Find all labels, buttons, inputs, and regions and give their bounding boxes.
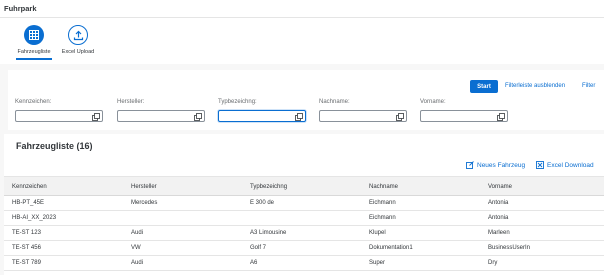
table-row[interactable]: TE-ST 789 Audi A6 Super Dry: [4, 256, 604, 271]
new-vehicle-button[interactable]: Neues Fahrzeug: [466, 161, 525, 169]
table-title: Fahrzeugliste (16): [16, 141, 93, 151]
cell-vorname: Marleen: [488, 230, 510, 236]
vorname-input[interactable]: [420, 110, 508, 122]
cell-nachname: Dokumentation1: [369, 245, 413, 251]
column-header-kennzeichen[interactable]: Kennzeichen: [12, 184, 47, 190]
cell-vorname: Dry: [488, 260, 498, 266]
table-row[interactable]: TE-ST 123 Audi A3 Limousine Klupel Marle…: [4, 226, 604, 241]
cell-kennzeichen: TE-ST 123: [12, 230, 41, 236]
tab-label: Fahrzeugliste: [17, 49, 51, 55]
cell-nachname: Eichmann: [369, 215, 396, 221]
cell-hersteller: Audi: [131, 230, 144, 236]
create-icon: [466, 161, 474, 169]
cell-kennzeichen: TE-ST 456: [12, 245, 41, 251]
cell-hersteller: Mercedes: [131, 200, 158, 206]
filter-label: Typbezeichng:: [218, 99, 257, 105]
filter-bar: Start Filterleiste ausblenden Filter Ken…: [8, 70, 604, 130]
cell-vorname: BusinessUserIn: [488, 245, 531, 251]
tab-fahrzeugliste[interactable]: Fahrzeugliste: [12, 23, 56, 61]
value-help-icon[interactable]: [496, 112, 505, 121]
cell-hersteller: VW: [131, 245, 141, 251]
value-help-icon[interactable]: [193, 112, 202, 121]
tab-active-indicator: [16, 58, 52, 60]
filter-label: Kennzeichen:: [15, 99, 52, 105]
column-header-vorname[interactable]: Vorname: [488, 184, 512, 190]
cell-typbezeichng: A6: [250, 260, 258, 266]
table-row[interactable]: HB-AI_XX_2023 Eichmann Antonia: [4, 211, 604, 226]
kennzeichen-input[interactable]: [15, 110, 103, 122]
cell-kennzeichen: HB-AI_XX_2023: [12, 215, 57, 221]
filter-link[interactable]: Filter: [582, 83, 595, 89]
cell-hersteller: Audi: [131, 260, 144, 266]
column-header-hersteller[interactable]: Hersteller: [131, 184, 157, 190]
column-header-typbezeichng[interactable]: Typbezeichng: [250, 184, 287, 190]
app-title: Fuhrpark: [4, 4, 37, 13]
excel-download-button[interactable]: Excel Download: [536, 161, 594, 169]
table-row[interactable]: HB-PT_45E Mercedes E 300 de Eichmann Ant…: [4, 196, 604, 211]
hide-filterbar-link[interactable]: Filterleiste ausblenden: [505, 83, 565, 89]
cell-typbezeichng: A3 Limousine: [250, 230, 287, 236]
nachname-input[interactable]: [319, 110, 407, 122]
column-header-nachname[interactable]: Nachname: [369, 184, 398, 190]
typbezeichng-input[interactable]: [218, 110, 306, 122]
new-vehicle-label: Neues Fahrzeug: [477, 161, 526, 169]
cell-nachname: Super: [369, 260, 386, 266]
cell-vorname: Antonia: [488, 200, 509, 206]
cell-typbezeichng: E 300 de: [250, 200, 275, 206]
vehicle-table-panel: Fahrzeugliste (16) Neues Fahrzeug Excel …: [4, 134, 604, 275]
excel-download-label: Excel Download: [547, 161, 594, 169]
value-help-icon[interactable]: [294, 112, 303, 121]
grid-table-icon: [24, 25, 44, 45]
table-header: Kennzeichen Hersteller Typbezeichng Nach…: [4, 176, 604, 196]
filter-label: Vorname:: [420, 99, 446, 105]
filter-label: Hersteller:: [117, 99, 145, 105]
cell-kennzeichen: HB-PT_45E: [12, 200, 45, 206]
icon-tab-bar: Fahrzeugliste Excel Upload: [0, 18, 604, 64]
cell-kennzeichen: TE-ST 789: [12, 260, 41, 266]
table-row[interactable]: TE-ST 456 VW Golf 7 Dokumentation1 Busin…: [4, 241, 604, 256]
hersteller-input[interactable]: [117, 110, 205, 122]
cell-nachname: Eichmann: [369, 200, 396, 206]
tab-excel-upload[interactable]: Excel Upload: [56, 23, 100, 61]
shell-bar: Fuhrpark: [0, 0, 604, 18]
filter-label: Nachname:: [319, 99, 350, 105]
value-help-icon[interactable]: [91, 112, 100, 121]
cell-nachname: Klupel: [369, 230, 386, 236]
upload-icon: [68, 25, 88, 45]
cell-typbezeichng: Golf 7: [250, 245, 267, 251]
tab-label: Excel Upload: [61, 49, 95, 55]
start-button[interactable]: Start: [470, 80, 498, 93]
value-help-icon[interactable]: [395, 112, 404, 121]
excel-icon: [536, 161, 544, 169]
cell-vorname: Antonia: [488, 215, 509, 221]
